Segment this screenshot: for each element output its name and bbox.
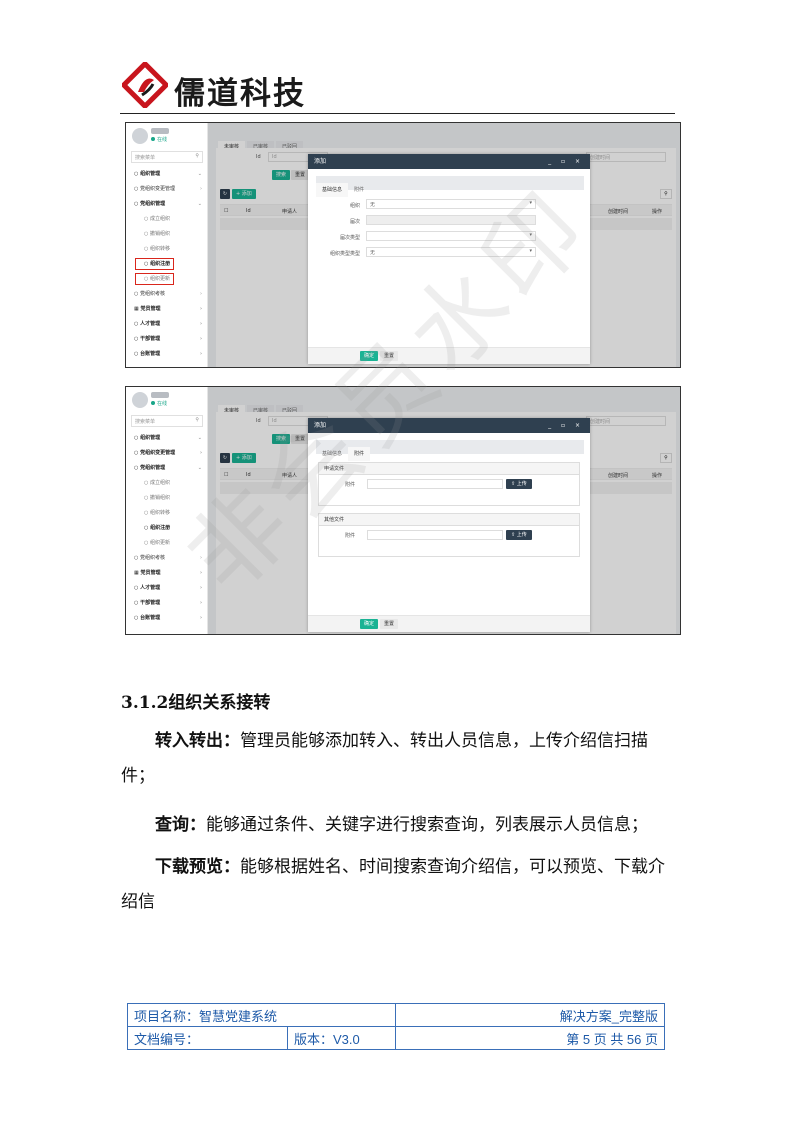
doc-type: 解决方案_完整版 — [395, 1003, 665, 1027]
modal-tab-attachment[interactable]: 附件 — [348, 183, 370, 197]
sidebar-search-input[interactable]: 搜索菜单 ⚲ — [131, 415, 203, 427]
modal-footer: 确定 重置 — [308, 615, 590, 632]
field-session-type: 届次类型 ▾ — [308, 231, 590, 243]
sidebar-menu: ○ 组织管理 ⌄ ○ 党组织变更管理 › ○ 党组织管理 ⌄ ○ 成立组织 ○ 撤销组… — [126, 167, 208, 362]
modal-tab-basic[interactable]: 基础信息 — [316, 183, 349, 197]
sidebar-item-register[interactable]: ○ 组织注册 — [126, 257, 208, 272]
window-controls-icon[interactable]: _ ▫ × — [548, 418, 584, 433]
org-select[interactable]: 无 ▾ — [366, 199, 536, 209]
modal-tabs: 基础信息 附件 — [316, 440, 584, 461]
avatar — [132, 128, 148, 144]
add-modal: 添加 _ ▫ × 基础信息 附件 组织无 ▾ 届次 届次类型 ▾ 组织类型类型无 ▾ 确定… — [308, 154, 590, 364]
sidebar-item-party-org[interactable]: ○ 党组织管理 ⌄ — [126, 461, 208, 476]
attachment-modal: 添加 _ ▫ × 基础信息 附件 申请文件 附件 ⇪ 上传 其他文件 附件 ⇪ 上传 — [308, 418, 590, 632]
field-org: 组织无 ▾ — [308, 199, 590, 211]
attachment-input[interactable] — [367, 530, 503, 540]
logo-text: 儒道科技 — [174, 76, 306, 112]
sidebar-item-cadre[interactable]: ○ 干部管理 › — [126, 596, 208, 611]
online-status: 在线 — [151, 136, 167, 143]
sidebar-item-org-change[interactable]: ○ 党组织变更管理 › — [126, 446, 208, 461]
section-title: 其他文件 — [319, 514, 579, 526]
sidebar-item-found[interactable]: ○ 成立组织 — [126, 212, 208, 227]
field-org-type: 组织类型类型无 ▾ — [308, 247, 590, 259]
sidebar-item-talent[interactable]: ○ 人才管理 › — [126, 317, 208, 332]
attachment-label: 附件 — [345, 533, 356, 539]
section-title: 申请文件 — [319, 463, 579, 475]
sidebar: 在线 搜索菜单 ⚲ ○ 组织管理 ⌄ ○ 党组织变更管理 › ○ 党组织管理 ⌄ ○ 成… — [126, 123, 208, 367]
page-number: 第 5 页 共 56 页 — [395, 1026, 665, 1050]
sidebar-item-members[interactable]: ▦ 党员管理 › — [126, 566, 208, 581]
modal-tabs: 基础信息 附件 — [316, 176, 584, 197]
modal-reset-button[interactable]: 重置 — [380, 619, 399, 629]
sidebar-item-transfer[interactable]: ○ 组织转移 — [126, 242, 208, 257]
screenshot-attachment: 在线 搜索菜单 ⚲ ○ 组织管理 ⌄ ○ 党组织变更管理 › ○ 党组织管理 ⌄ ○ 成… — [125, 386, 681, 635]
paragraph-transfer: 转入转出：管理员能够添加转入、转出人员信息，上传介绍信扫描件； — [121, 731, 648, 786]
sidebar-item-update[interactable]: ○ 组织更新 — [126, 272, 208, 287]
sidebar-item-cadre[interactable]: ○ 干部管理 › — [126, 332, 208, 347]
doc-number: 文档编号： — [127, 1026, 288, 1050]
sidebar-item-register[interactable]: ○ 组织注册 — [126, 521, 208, 536]
screenshot-basic-info: 在线 搜索菜单 ⚲ ○ 组织管理 ⌄ ○ 党组织变更管理 › ○ 党组织管理 ⌄ ○ 成… — [125, 122, 681, 368]
sidebar-item-transfer[interactable]: ○ 组织转移 — [126, 506, 208, 521]
user-name-placeholder — [151, 392, 169, 398]
org-type-select[interactable]: 无 ▾ — [366, 247, 536, 257]
sidebar-item-ledger[interactable]: ○ 台账管理 › — [126, 611, 208, 626]
session-input[interactable] — [366, 215, 536, 225]
sidebar-item-party-org[interactable]: ○ 党组织管理 ⌄ — [126, 197, 208, 212]
sidebar-item-revoke[interactable]: ○ 撤销组织 — [126, 227, 208, 242]
paragraph-download: 下载预览：能够根据姓名、时间搜索查询介绍信，可以预览、下载介绍信 — [121, 857, 665, 912]
page-header: 儒道科技 — [120, 60, 675, 114]
attachment-input[interactable] — [367, 479, 503, 489]
modal-tab-basic[interactable]: 基础信息 — [316, 447, 348, 461]
upload-button[interactable]: ⇪ 上传 — [506, 530, 532, 540]
modal-title-bar: 添加 _ ▫ × — [308, 418, 590, 433]
sidebar-item-update[interactable]: ○ 组织更新 — [126, 536, 208, 551]
footer-table: 项目名称：智慧党建系统 解决方案_完整版 文档编号： 版本：V3.0 第 5 页… — [127, 1003, 665, 1050]
attachment-label: 附件 — [345, 482, 356, 488]
field-session: 届次 — [308, 215, 590, 227]
sidebar: 在线 搜索菜单 ⚲ ○ 组织管理 ⌄ ○ 党组织变更管理 › ○ 党组织管理 ⌄ ○ 成… — [126, 387, 208, 634]
sidebar-item-org[interactable]: ○ 组织管理 ⌄ — [126, 167, 208, 182]
project-name: 项目名称：智慧党建系统 — [127, 1003, 396, 1027]
sidebar-item-org-change[interactable]: ○ 党组织变更管理 › — [126, 182, 208, 197]
search-icon: ⚲ — [195, 417, 199, 423]
sidebar-search-input[interactable]: 搜索菜单 ⚲ — [131, 151, 203, 163]
application-files-section: 申请文件 附件 ⇪ 上传 — [318, 462, 580, 506]
sidebar-item-members[interactable]: ▦ 党员管理 › — [126, 302, 208, 317]
online-status: 在线 — [151, 400, 167, 407]
confirm-button[interactable]: 确定 — [360, 351, 379, 361]
confirm-button[interactable]: 确定 — [360, 619, 379, 629]
sidebar-item-assess[interactable]: ○ 党组织考核 › — [126, 287, 208, 302]
sidebar-item-assess[interactable]: ○ 党组织考核 › — [126, 551, 208, 566]
sidebar-item-found[interactable]: ○ 成立组织 — [126, 476, 208, 491]
modal-reset-button[interactable]: 重置 — [380, 351, 399, 361]
user-name-placeholder — [151, 128, 169, 134]
modal-tab-attachment[interactable]: 附件 — [348, 447, 371, 461]
sidebar-item-revoke[interactable]: ○ 撤销组织 — [126, 491, 208, 506]
paragraph-query: 查询：能够通过条件、关键字进行搜索查询，列表展示人员信息； — [155, 815, 648, 835]
sidebar-item-ledger[interactable]: ○ 台账管理 › — [126, 347, 208, 362]
sidebar-menu: ○ 组织管理 ⌄ ○ 党组织变更管理 › ○ 党组织管理 ⌄ ○ 成立组织 ○ 撤销组… — [126, 431, 208, 626]
other-files-section: 其他文件 附件 ⇪ 上传 — [318, 513, 580, 557]
section-heading: 3.1.2组织关系接转 — [121, 693, 271, 713]
sidebar-item-talent[interactable]: ○ 人才管理 › — [126, 581, 208, 596]
modal-title-bar: 添加 _ ▫ × — [308, 154, 590, 169]
version: 版本：V3.0 — [287, 1026, 396, 1050]
logo-icon — [122, 62, 168, 108]
main-area: 未审核 已审核 已驳回 Id Id 创建时间 搜索 重置 ↻ + 添加 ⚲ ☐ Id… — [208, 123, 680, 367]
upload-button[interactable]: ⇪ 上传 — [506, 479, 532, 489]
main-area: 未审核 已审核 已驳回 Id Id 创建时间 搜索 重置 ↻ + 添加 ⚲ ☐ Id… — [208, 387, 680, 634]
search-icon: ⚲ — [195, 153, 199, 159]
modal-footer: 确定 重置 — [308, 347, 590, 364]
session-type-select[interactable]: ▾ — [366, 231, 536, 241]
avatar — [132, 392, 148, 408]
window-controls-icon[interactable]: _ ▫ × — [548, 154, 584, 169]
sidebar-item-org[interactable]: ○ 组织管理 ⌄ — [126, 431, 208, 446]
